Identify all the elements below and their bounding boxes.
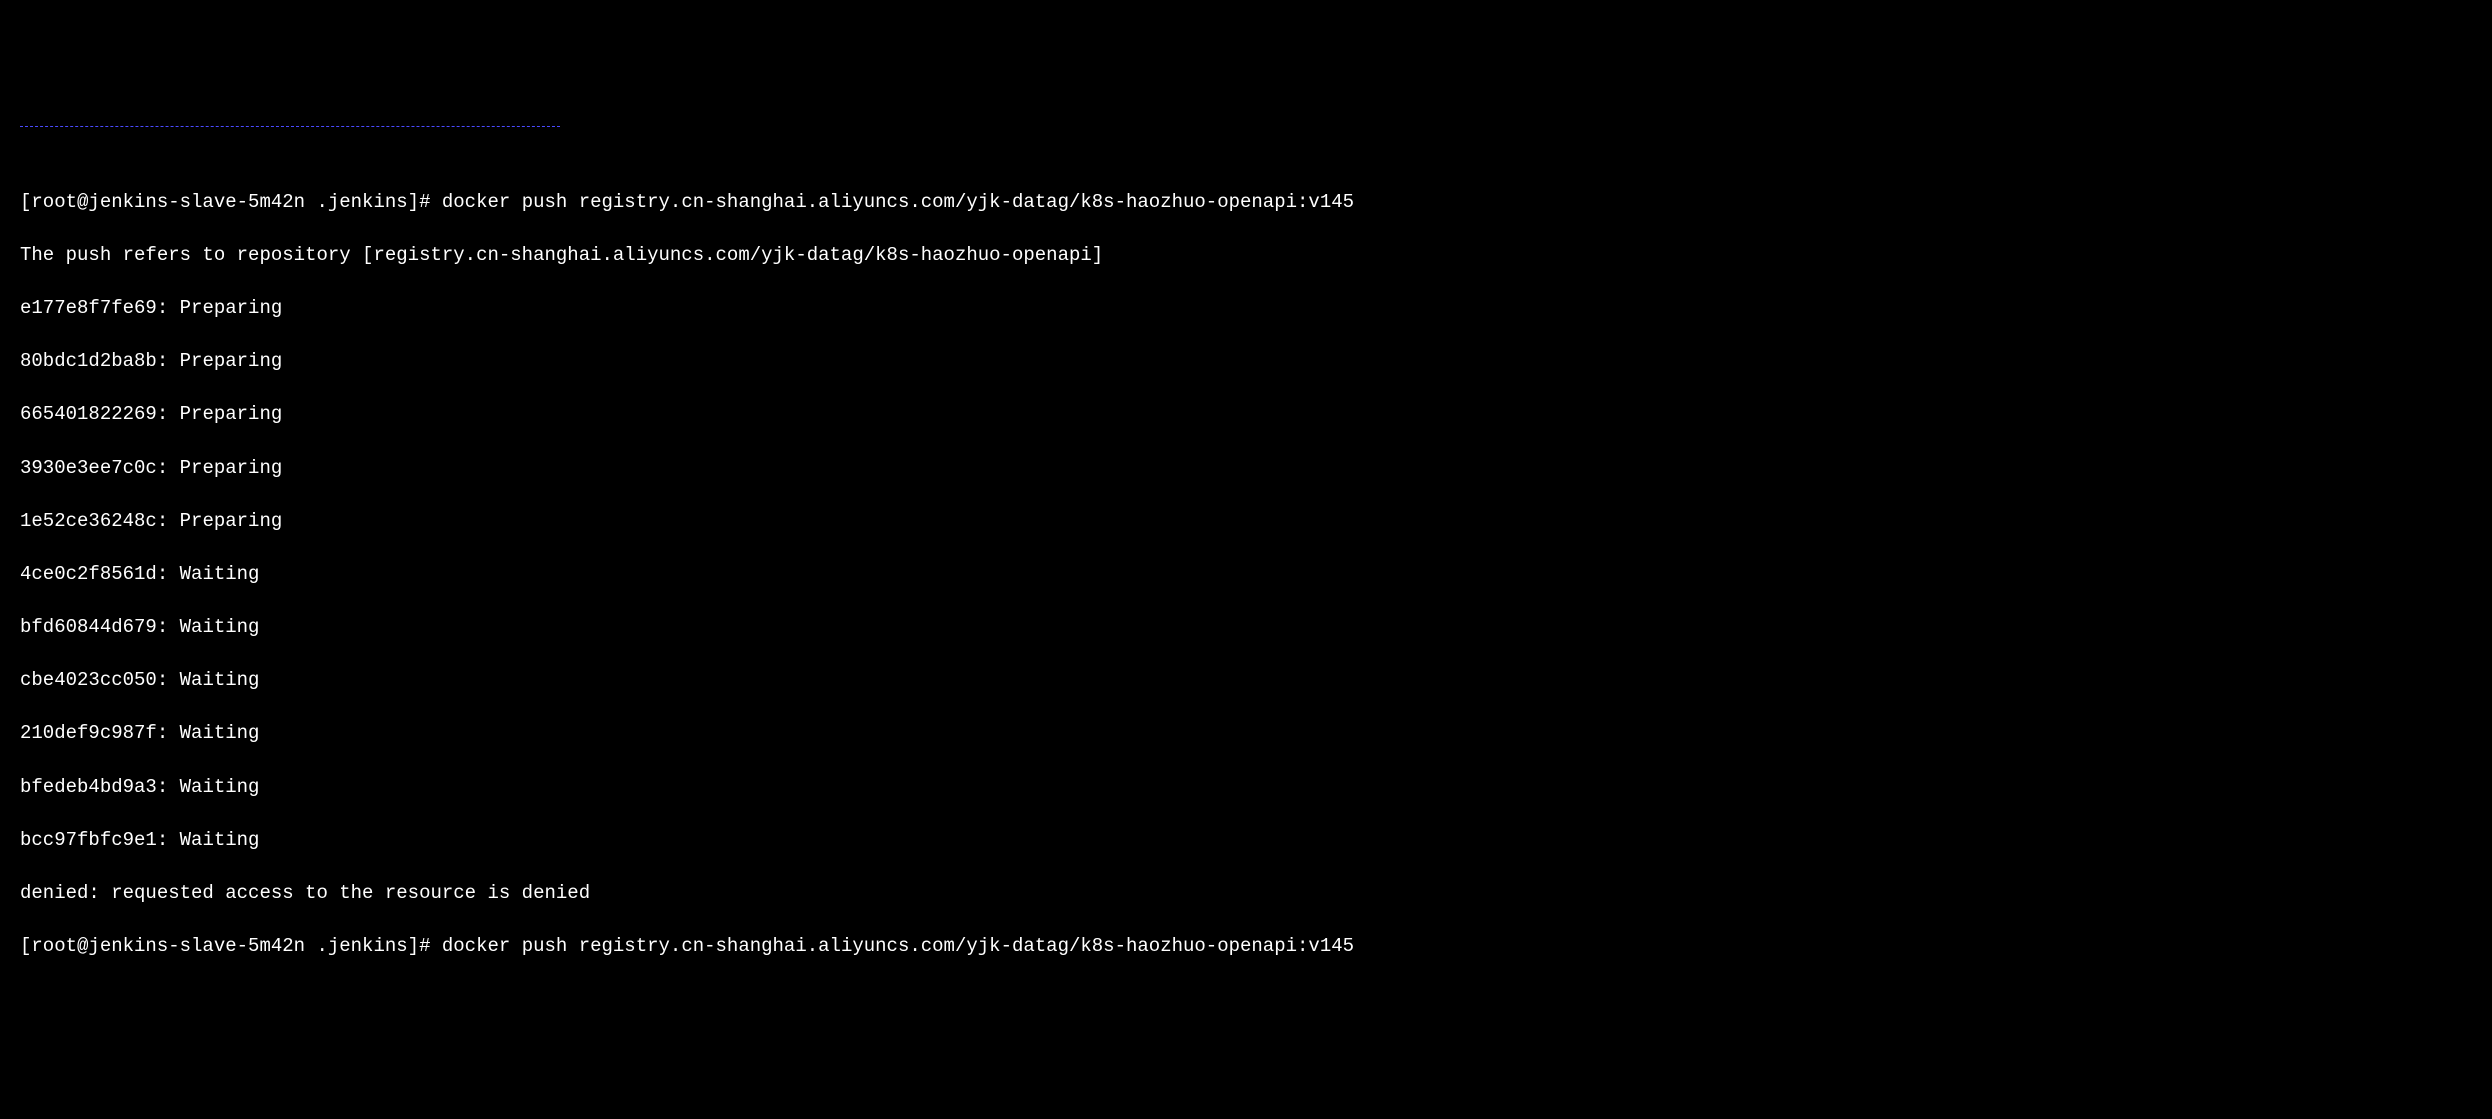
layer-status-line: bfedeb4bd9a3: Waiting [20,774,2472,801]
terminal-output[interactable]: [root@jenkins-slave-5m42n .jenkins]# doc… [20,162,2472,986]
layer-status: Waiting [180,669,260,691]
layer-status: Waiting [180,563,260,585]
layer-id: cbe4023cc050 [20,669,157,691]
layer-id: 210def9c987f [20,722,157,744]
shell-command: docker push registry.cn-shanghai.aliyunc… [442,935,1354,957]
layer-status-line: 1e52ce36248c: Preparing [20,508,2472,535]
layer-status: Waiting [180,829,260,851]
layer-status-line: bcc97fbfc9e1: Waiting [20,827,2472,854]
error-line: denied: requested access to the resource… [20,880,2472,907]
layer-status: Waiting [180,776,260,798]
shell-prompt: [root@jenkins-slave-5m42n .jenkins]# [20,935,442,957]
layer-status: Preparing [180,297,283,319]
layer-id: e177e8f7fe69 [20,297,157,319]
layer-status-line: 80bdc1d2ba8b: Preparing [20,348,2472,375]
layer-status: Preparing [180,457,283,479]
layer-id: 4ce0c2f8561d [20,563,157,585]
command-line-2: [root@jenkins-slave-5m42n .jenkins]# doc… [20,933,2472,960]
shell-command: docker push registry.cn-shanghai.aliyunc… [442,191,1354,213]
layer-status: Waiting [180,616,260,638]
layer-status: Waiting [180,722,260,744]
layer-id: 80bdc1d2ba8b [20,350,157,372]
layer-status-line: 4ce0c2f8561d: Waiting [20,561,2472,588]
layer-id: 665401822269 [20,403,157,425]
layer-status-line: e177e8f7fe69: Preparing [20,295,2472,322]
layer-id: bcc97fbfc9e1 [20,829,157,851]
layer-status-line: bfd60844d679: Waiting [20,614,2472,641]
layer-status-line: 210def9c987f: Waiting [20,720,2472,747]
layer-status-line: cbe4023cc050: Waiting [20,667,2472,694]
layer-id: bfedeb4bd9a3 [20,776,157,798]
layer-id: 3930e3ee7c0c [20,457,157,479]
push-refers-line: The push refers to repository [registry.… [20,242,2472,269]
layer-status-line: 665401822269: Preparing [20,401,2472,428]
terminal-top-border [20,126,560,127]
layer-status: Preparing [180,510,283,532]
command-line-1: [root@jenkins-slave-5m42n .jenkins]# doc… [20,189,2472,216]
layer-status: Preparing [180,403,283,425]
layer-id: bfd60844d679 [20,616,157,638]
shell-prompt: [root@jenkins-slave-5m42n .jenkins]# [20,191,442,213]
layer-status-line: 3930e3ee7c0c: Preparing [20,455,2472,482]
layer-status: Preparing [180,350,283,372]
layer-id: 1e52ce36248c [20,510,157,532]
